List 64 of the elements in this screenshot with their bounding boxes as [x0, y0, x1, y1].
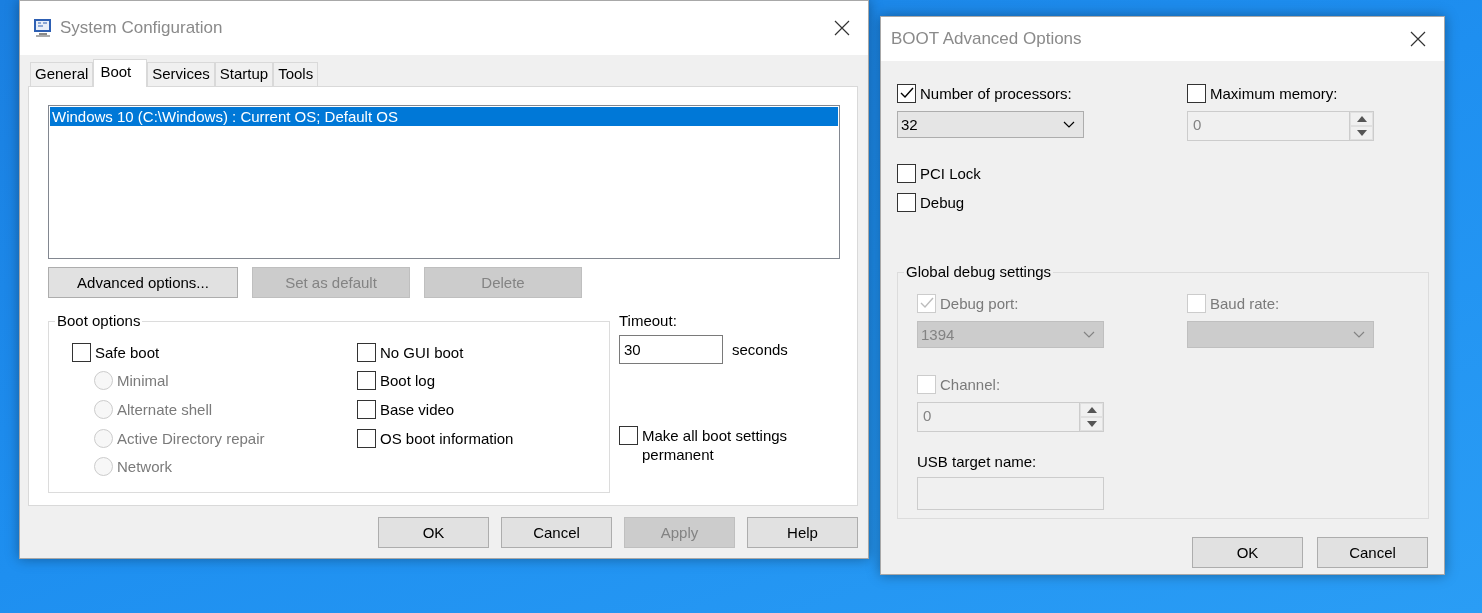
option-label: No GUI boot	[380, 343, 464, 361]
checkbox[interactable]	[357, 371, 376, 391]
unit-label: seconds	[732, 341, 788, 358]
option-label: Network	[117, 458, 172, 476]
up-arrow-icon	[1086, 407, 1097, 413]
monitor-icon	[32, 17, 54, 39]
up-arrow-icon	[1356, 116, 1367, 122]
option-label: Maximum memory:	[1210, 84, 1338, 102]
option-label: Baud rate:	[1210, 294, 1280, 312]
checkbox[interactable]	[897, 164, 916, 183]
spin-up-button[interactable]	[1350, 112, 1373, 126]
option-label: Minimal	[117, 372, 169, 390]
window-title: BOOT Advanced Options	[891, 29, 1083, 49]
down-arrow-icon	[1356, 130, 1367, 136]
close-icon[interactable]	[1410, 31, 1426, 47]
option-label: OS boot information	[380, 429, 514, 447]
checkbox[interactable]	[897, 83, 916, 103]
checkmark-icon	[919, 297, 934, 309]
option-label: PCI Lock	[920, 165, 981, 182]
checkbox[interactable]	[72, 342, 91, 362]
spin-down-button[interactable]	[1350, 126, 1373, 140]
tab[interactable]: Tools	[273, 62, 319, 86]
button[interactable]: Cancel	[1317, 537, 1428, 568]
spin-down-button[interactable]	[1080, 417, 1103, 431]
chevron-icon	[1063, 121, 1075, 128]
checkbox[interactable]	[897, 193, 916, 212]
chevron-icon	[1083, 331, 1095, 338]
usb-target-label: USB target name:	[917, 453, 1037, 470]
checkbox[interactable]	[357, 428, 376, 448]
timeout-field[interactable]: 30	[619, 335, 723, 364]
checkmark-icon	[899, 87, 914, 99]
checkbox[interactable]	[1187, 83, 1206, 103]
dropdown[interactable]: 32	[897, 111, 1084, 138]
chevron-icon	[1353, 331, 1365, 338]
button[interactable]: Advanced options...	[48, 267, 238, 298]
option-label: Boot log	[380, 372, 436, 390]
option-label: Safe boot	[95, 343, 160, 361]
tab[interactable]: General	[30, 62, 94, 86]
option-label: Active Directory repair	[117, 429, 265, 447]
boot-entry[interactable]: Windows 10 (C:\Windows) : Current OS; Default OS	[50, 107, 838, 126]
down-arrow-icon	[1086, 421, 1097, 427]
option-label: Number of processors:	[920, 84, 1072, 102]
window-title: System Configuration	[60, 18, 224, 38]
group-title: Global debug settings	[905, 263, 1053, 281]
tab[interactable]: Startup	[214, 62, 274, 86]
checkbox[interactable]	[357, 400, 376, 419]
option-label: Alternate shell	[117, 401, 213, 418]
button[interactable]: OK	[378, 517, 489, 548]
spin-up-button[interactable]	[1080, 403, 1103, 417]
button[interactable]: Help	[747, 517, 858, 548]
checkbox[interactable]	[357, 342, 376, 362]
option-label: Debug port:	[940, 294, 1019, 312]
option-label: Make all boot settings permanent	[642, 426, 789, 464]
checkbox[interactable]	[619, 426, 638, 445]
button[interactable]: Cancel	[501, 517, 612, 548]
option-label: Debug	[920, 194, 965, 211]
tab[interactable]: Boot	[93, 59, 148, 87]
timeout-label: Timeout:	[619, 312, 677, 330]
group-title: Boot options	[56, 312, 142, 330]
close-icon[interactable]	[834, 20, 850, 36]
tab[interactable]: Services	[147, 62, 215, 86]
option-label: Base video	[380, 401, 455, 418]
button[interactable]: OK	[1192, 537, 1303, 568]
option-label: Channel:	[940, 375, 1001, 393]
